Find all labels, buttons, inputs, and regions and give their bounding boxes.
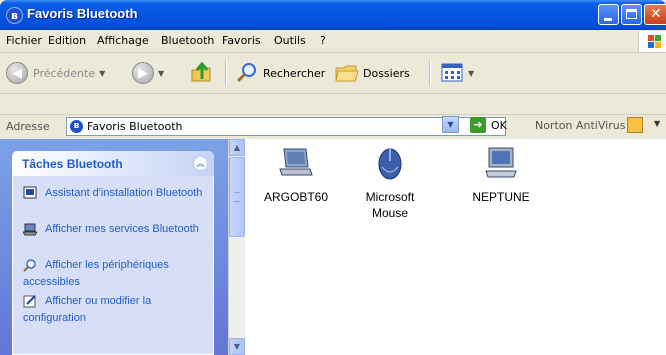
- chevron-down-icon: ▼: [158, 68, 165, 78]
- services-icon: [23, 223, 37, 236]
- left-pane-scrollbar[interactable]: ▲ ▼: [228, 139, 245, 355]
- task-accessible-devices[interactable]: Afficher les périphériques accessibles: [23, 257, 213, 291]
- views-icon: [441, 63, 463, 82]
- chevron-down-icon: ▼: [99, 68, 106, 78]
- close-button[interactable]: [644, 4, 666, 25]
- norton-antivirus-label[interactable]: Norton AntiVirus: [535, 119, 625, 132]
- bluetooth-icon: ʙ: [6, 7, 23, 24]
- address-input[interactable]: ʙ Favoris Bluetooth: [66, 117, 506, 136]
- chevron-down-icon: ▼: [468, 68, 475, 78]
- tasks-panel-header[interactable]: Tâches Bluetooth ︽: [12, 151, 214, 176]
- bluetooth-icon: ʙ: [70, 120, 83, 133]
- chevron-down-icon[interactable]: ▼: [654, 119, 660, 128]
- task-configuration[interactable]: Afficher ou modifier la configuration: [23, 293, 213, 327]
- menu-edition[interactable]: Edition: [48, 34, 86, 47]
- search-icon: [236, 63, 256, 83]
- search-devices-icon: [23, 259, 36, 272]
- go-button[interactable]: OK: [491, 119, 507, 132]
- device-label: ARGOBT60: [263, 190, 329, 204]
- toolbar-separator: [429, 60, 431, 86]
- standard-toolbar: ◀ Précédente ▼ ▶ ▼ Rechercher Dossiers ▼: [0, 53, 666, 94]
- menu-outils[interactable]: Outils: [274, 34, 306, 47]
- address-value: Favoris Bluetooth: [87, 120, 183, 133]
- laptop-icon: [279, 148, 313, 176]
- minimize-button[interactable]: [598, 4, 619, 25]
- mouse-icon: [378, 148, 402, 180]
- forward-arrow-icon: ▶: [132, 62, 154, 84]
- device-microsoft-mouse[interactable]: Microsoft Mouse: [350, 145, 430, 221]
- menu-affichage[interactable]: Affichage: [97, 34, 149, 47]
- up-folder-button[interactable]: [190, 61, 214, 85]
- tasks-panel: Tâches Bluetooth ︽ Assistant d'installat…: [12, 151, 214, 355]
- address-label: Adresse: [6, 120, 50, 133]
- scroll-down-button[interactable]: ▼: [229, 338, 245, 355]
- go-arrow-icon[interactable]: ➜: [470, 117, 486, 133]
- maximize-button[interactable]: [621, 4, 642, 25]
- norton-icon[interactable]: [627, 117, 643, 133]
- back-button[interactable]: ◀ Précédente ▼: [6, 61, 105, 85]
- device-label: NEPTUNE: [472, 190, 530, 204]
- task-my-services[interactable]: Afficher mes services Bluetooth: [23, 221, 213, 238]
- windows-logo-icon: [638, 31, 666, 52]
- up-folder-icon: [191, 61, 211, 82]
- menu-favoris[interactable]: Favoris: [222, 34, 261, 47]
- back-arrow-icon: ◀: [6, 62, 28, 84]
- explorer-window: ʙ Favoris Bluetooth Fichier Edition Affi…: [0, 0, 666, 355]
- address-dropdown-button[interactable]: ▼: [442, 116, 459, 133]
- tasks-panel-body: Assistant d'installation Bluetooth Affic…: [12, 176, 214, 355]
- tasks-panel-title: Tâches Bluetooth: [22, 157, 123, 171]
- device-neptune[interactable]: NEPTUNE: [461, 145, 541, 205]
- content-area: Tâches Bluetooth ︽ Assistant d'installat…: [0, 139, 666, 355]
- collapse-icon[interactable]: ︽: [193, 156, 208, 171]
- forward-button[interactable]: ▶ ▼: [132, 61, 164, 85]
- menu-fichier[interactable]: Fichier: [6, 34, 42, 47]
- scroll-up-button[interactable]: ▲: [229, 139, 245, 156]
- views-button[interactable]: ▼: [440, 61, 474, 85]
- task-pane: Tâches Bluetooth ︽ Assistant d'installat…: [0, 139, 228, 355]
- window-title: Favoris Bluetooth: [27, 6, 138, 21]
- device-label: Microsoft Mouse: [365, 190, 415, 220]
- scrollbar-thumb[interactable]: [229, 157, 245, 237]
- desktop-computer-icon: [485, 147, 517, 178]
- folders-icon: [335, 65, 359, 82]
- toolbar-separator: [225, 60, 227, 86]
- configuration-icon: [23, 295, 36, 308]
- task-installation-wizard[interactable]: Assistant d'installation Bluetooth: [23, 185, 213, 202]
- menu-bar: Fichier Edition Affichage Bluetooth Favo…: [0, 30, 666, 53]
- menu-bluetooth[interactable]: Bluetooth: [161, 34, 214, 47]
- search-button[interactable]: Rechercher: [235, 61, 325, 85]
- wizard-icon: [23, 186, 37, 199]
- title-bar[interactable]: ʙ Favoris Bluetooth: [0, 0, 666, 30]
- device-argobt60[interactable]: ARGOBT60: [256, 145, 336, 205]
- folders-button[interactable]: Dossiers: [334, 61, 410, 85]
- menu-help[interactable]: ?: [320, 34, 326, 47]
